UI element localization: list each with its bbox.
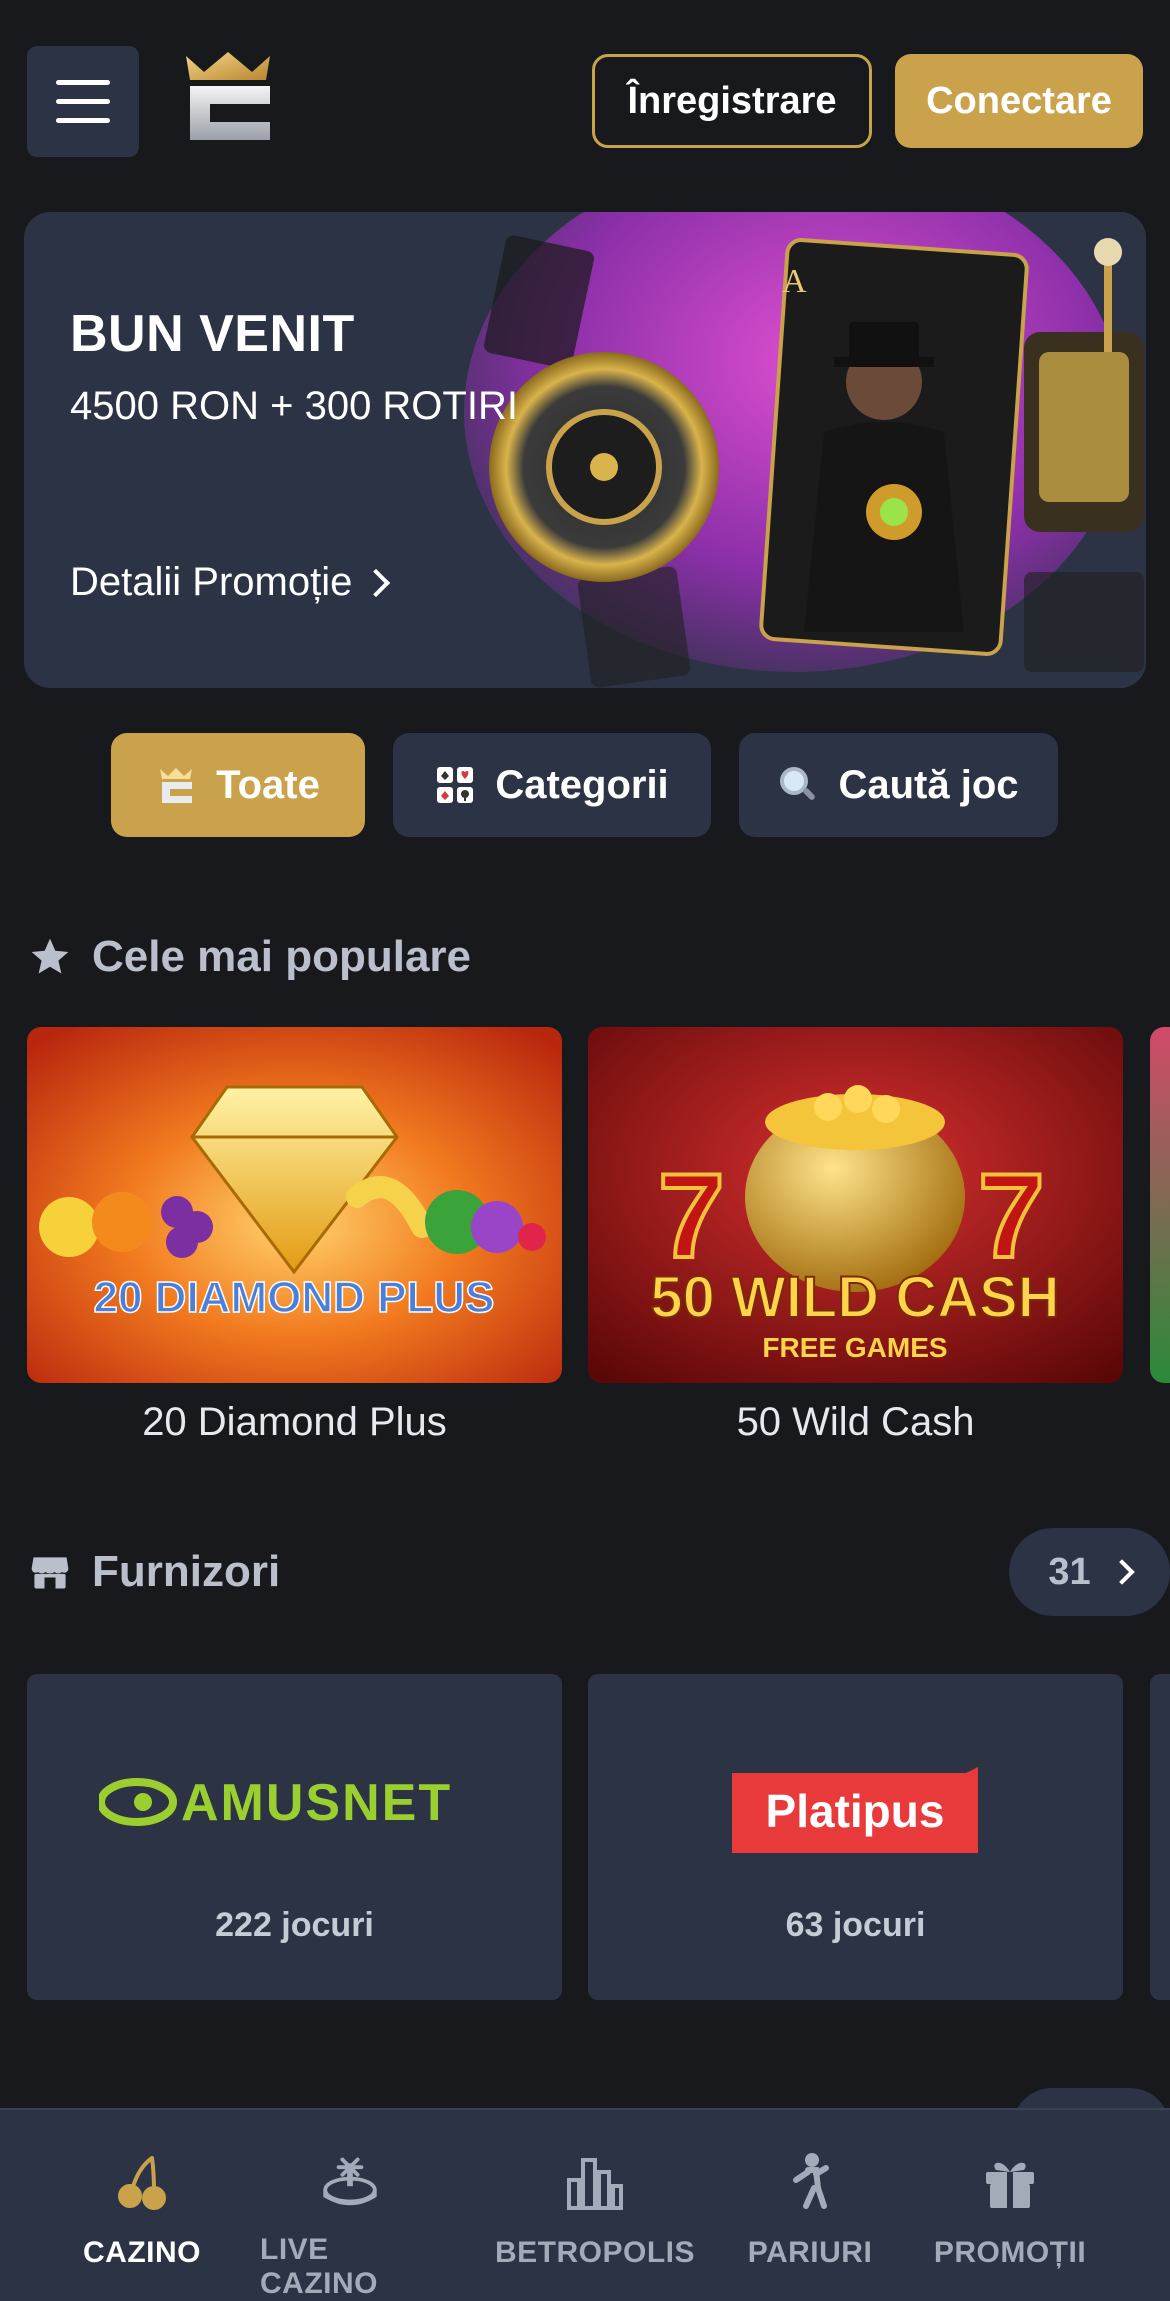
register-button[interactable]: Înregistrare: [592, 54, 872, 148]
brand-logo[interactable]: [182, 52, 274, 142]
game-thumbnail-partial[interactable]: [1150, 1027, 1170, 1383]
banner-subtitle: 4500 RON + 300 ROTIRI: [70, 384, 518, 428]
providers-count: 31: [1048, 1550, 1091, 1593]
platipus-logo-text: Platipus: [766, 1785, 945, 1837]
cherries-icon: [118, 2156, 166, 2210]
nav-label: CAZINO: [83, 2236, 201, 2269]
chevron-right-icon: [1108, 1559, 1135, 1585]
game-art-title: 20 DIAMOND PLUS: [94, 1273, 495, 1322]
banner-casino-artwork: A: [464, 212, 1146, 688]
game-title-50-wild-cash[interactable]: 50 Wild Cash: [588, 1400, 1123, 1445]
bottom-navigation: CAZINO LIVE CAZINO BETROPOLIS PARIURI PR…: [0, 2108, 1170, 2301]
city-icon: [567, 2158, 623, 2210]
providers-see-all-button[interactable]: 31: [1009, 1528, 1170, 1616]
banner-title: BUN VENIT: [70, 305, 355, 363]
nav-item-cazino[interactable]: CAZINO: [62, 2110, 222, 2301]
platipus-logo: Platipus: [732, 1767, 978, 1853]
roulette-icon: [323, 2157, 377, 2206]
filter-categories-button[interactable]: Categorii: [393, 733, 711, 837]
nav-item-pariuri[interactable]: PARIURI: [740, 2110, 880, 2301]
popular-section-title: Cele mai populare: [28, 932, 471, 982]
provider-card-amusnet[interactable]: AMUSNET 222 jocuri: [27, 1674, 562, 2000]
nav-label: PROMOȚII: [933, 2236, 1087, 2269]
amusnet-logo-text: AMUSNET: [181, 1774, 452, 1832]
filter-categories-label: Categorii: [495, 762, 669, 807]
nav-label: BETROPOLIS: [495, 2236, 696, 2269]
nav-item-live-cazino[interactable]: LIVE CAZINO: [260, 2110, 440, 2301]
nav-item-betropolis[interactable]: BETROPOLIS: [495, 2110, 695, 2301]
game-art-50-wild-cash: 7 7 50 WILD CASH FREE GAMES: [588, 1027, 1123, 1383]
crown-logo-icon: [160, 768, 193, 803]
filter-all-button[interactable]: Toate: [111, 733, 365, 837]
search-game-button[interactable]: Caută joc: [739, 733, 1058, 837]
promo-details-link[interactable]: Detalii Promoție: [70, 560, 391, 605]
nav-item-promotii[interactable]: PROMOȚII: [930, 2110, 1090, 2301]
login-button[interactable]: Conectare: [895, 54, 1143, 148]
providers-section-title: Furnizori: [28, 1547, 280, 1597]
popular-title-label: Cele mai populare: [92, 932, 472, 981]
game-art-20-diamond-plus: 20 DIAMOND PLUS: [27, 1027, 562, 1383]
game-art-subtitle: FREE GAMES: [762, 1332, 947, 1363]
provider-game-count: 222 jocuri: [215, 1906, 374, 1944]
svg-text:A: A: [782, 263, 807, 300]
nav-label: LIVE CAZINO: [260, 2233, 378, 2300]
promo-details-label: Detalii Promoție: [70, 560, 353, 604]
chevron-right-icon: [362, 568, 391, 597]
provider-card-platipus[interactable]: Platipus 63 jocuri: [588, 1674, 1123, 2000]
welcome-banner[interactable]: A BUN VENIT 4500 RON + 300 ROTIRI Detali…: [24, 212, 1146, 688]
hamburger-line: [56, 118, 110, 123]
hamburger-line: [56, 99, 110, 104]
amusnet-logo: AMUSNET: [99, 1774, 452, 1832]
providers-title-label: Furnizori: [92, 1547, 281, 1596]
game-thumbnail-20-diamond-plus[interactable]: 20 DIAMOND PLUS: [27, 1027, 562, 1383]
filter-all-label: Toate: [216, 762, 320, 807]
game-thumbnail-50-wild-cash[interactable]: 7 7 50 WILD CASH FREE GAMES: [588, 1027, 1123, 1383]
provider-card-partial[interactable]: [1150, 1674, 1170, 2000]
game-art-title: 50 WILD CASH: [650, 1265, 1059, 1330]
game-title-20-diamond-plus[interactable]: 20 Diamond Plus: [27, 1400, 562, 1445]
gift-icon: [986, 2162, 1034, 2208]
search-game-label: Caută joc: [838, 762, 1019, 807]
player-icon: [793, 2153, 829, 2209]
hamburger-line: [56, 80, 110, 85]
svg-text:7: 7: [658, 1149, 725, 1283]
nav-label: PARIURI: [747, 2236, 873, 2269]
magnifier-icon: [780, 767, 816, 800]
cards-icon: [437, 767, 474, 803]
menu-button[interactable]: [27, 46, 139, 157]
star-icon: [31, 938, 69, 974]
store-icon: [31, 1557, 69, 1589]
svg-text:7: 7: [978, 1149, 1045, 1283]
provider-game-count: 63 jocuri: [785, 1906, 926, 1944]
